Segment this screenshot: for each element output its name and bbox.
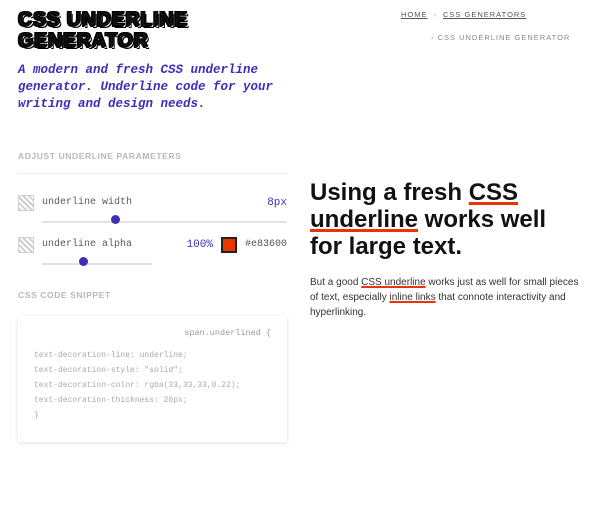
color-swatch[interactable]	[221, 237, 237, 253]
code-selector: span.underlined {	[34, 328, 271, 338]
code-snippet-card: span.underlined { text-decoration-line: …	[18, 316, 287, 442]
code-line: text-decoration-line: underline;	[34, 348, 271, 363]
demo-heading: Using a fresh CSS underline works well f…	[310, 180, 580, 261]
width-value: 8px	[267, 197, 287, 209]
code-line: text-decoration-thickness: 20px;	[34, 393, 271, 408]
color-hex: #e83600	[245, 239, 287, 250]
alpha-label: underline alpha	[42, 239, 179, 250]
section-header-snippet: CSS CODE SNIPPET	[18, 290, 287, 300]
demo-underlined-small: CSS underline	[361, 277, 425, 288]
code-line: text-decoration-style: "solid";	[34, 363, 271, 378]
breadcrumb-current: CSS UNDERLINE GENERATOR	[438, 33, 571, 42]
demo-underlined-link[interactable]: inline links	[389, 292, 435, 303]
alpha-slider[interactable]	[42, 260, 152, 268]
width-icon	[18, 195, 34, 211]
code-close: }	[34, 408, 271, 423]
alpha-icon	[18, 237, 34, 253]
width-slider[interactable]	[42, 218, 287, 226]
breadcrumb-sep: ›	[431, 33, 435, 42]
code-line: text-decoration-color: rgba(33,33,33,0.2…	[34, 378, 271, 393]
breadcrumb-parent[interactable]: CSS GENERATORS	[443, 10, 526, 19]
page-title: CSS UNDERLINE GENERATOR	[18, 10, 287, 52]
breadcrumb: HOME › CSS GENERATORS › CSS UNDERLINE GE…	[305, 10, 600, 42]
page-subtitle: A modern and fresh CSS underline generat…	[18, 62, 287, 113]
breadcrumb-sep: ›	[434, 10, 438, 19]
width-label: underline width	[42, 197, 259, 208]
demo-paragraph: But a good CSS underline works just as w…	[310, 275, 580, 320]
section-header-params: ADJUST UNDERLINE PARAMETERS	[18, 151, 287, 161]
breadcrumb-home[interactable]: HOME	[401, 10, 428, 19]
alpha-value: 100%	[187, 239, 213, 251]
